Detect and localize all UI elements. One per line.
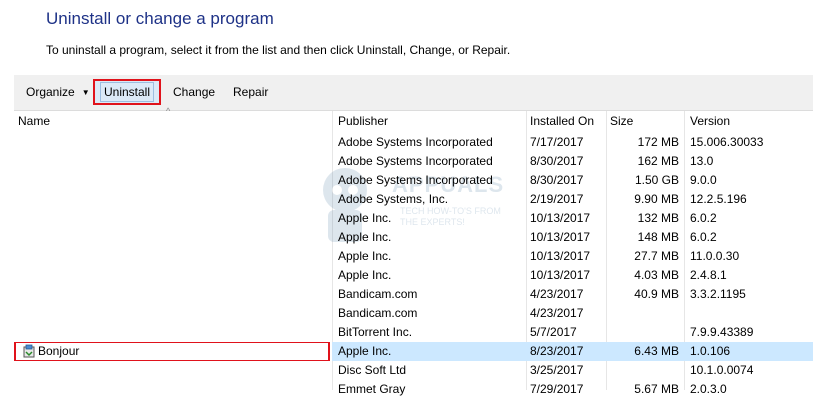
table-row[interactable]: Adobe Systems Incorporated 8/30/2017 162 M… — [14, 152, 813, 171]
publisher-cell: Adobe Systems Incorporated — [338, 173, 493, 187]
program-name-cell[interactable] — [14, 152, 332, 171]
installed-on-cell: 7/17/2017 — [530, 135, 584, 149]
version-cell: 15.006.30033 — [690, 135, 764, 149]
publisher-cell: Apple Inc. — [338, 211, 392, 225]
installed-on-cell: 4/23/2017 — [530, 306, 584, 320]
installed-on-cell: 10/13/2017 — [530, 268, 591, 282]
version-cell: 12.2.5.196 — [690, 192, 747, 206]
installed-on-cell: 10/13/2017 — [530, 230, 591, 244]
table-row[interactable]: Adobe Systems Incorporated 7/17/2017 172 M… — [14, 133, 813, 152]
size-cell: 148 MB — [637, 230, 679, 244]
version-cell: 2.4.8.1 — [690, 268, 727, 282]
version-cell: 3.3.2.1195 — [690, 287, 746, 301]
version-cell: 1.0.106 — [690, 344, 731, 358]
table-row[interactable]: Bandicam.com 4/23/2017 — [14, 304, 813, 323]
table-row[interactable]: Adobe Systems, Inc. 2/19/2017 9.90 MB 12.2.… — [14, 190, 813, 209]
installed-on-cell: 5/7/2017 — [530, 325, 577, 339]
publisher-cell: Apple Inc. — [338, 344, 392, 358]
size-cell: 132 MB — [637, 211, 679, 225]
program-name-cell[interactable] — [14, 361, 332, 380]
program-name-cell[interactable] — [14, 285, 332, 304]
installed-on-cell: 10/13/2017 — [530, 211, 591, 225]
column-header-size[interactable]: Size — [606, 111, 684, 133]
installed-on-cell: 2/19/2017 — [530, 192, 584, 206]
column-header-installed-on[interactable]: Installed On — [526, 111, 606, 133]
table-row[interactable]: Bonjour Apple Inc. 8/23/2017 6.43 MB 1.0.106 — [14, 342, 813, 361]
table-row[interactable]: BitTorrent Inc. 5/7/2017 7.9.9.43389 — [14, 323, 813, 342]
publisher-cell: Bandicam.com — [338, 287, 418, 301]
publisher-cell: Bandicam.com — [338, 306, 418, 320]
repair-button[interactable]: Repair — [233, 84, 268, 100]
table-row[interactable]: Adobe Systems Incorporated 8/30/2017 1.50 … — [14, 171, 813, 190]
size-cell: 27.7 MB — [634, 249, 679, 263]
installer-package-icon — [22, 344, 36, 358]
program-list: Adobe Systems Incorporated 7/17/2017 172 M… — [14, 133, 813, 399]
table-row[interactable]: Apple Inc. 10/13/2017 132 MB 6.0.2 — [14, 209, 813, 228]
size-cell: 162 MB — [637, 154, 679, 168]
version-cell: 13.0 — [690, 154, 714, 168]
change-button[interactable]: Change — [173, 84, 215, 100]
toolbar: Organize ▼ Uninstall Change Repair — [14, 75, 813, 111]
publisher-cell: Apple Inc. — [338, 268, 392, 282]
publisher-cell: Disc Soft Ltd — [338, 363, 407, 377]
program-name-cell[interactable] — [14, 323, 332, 342]
size-cell: 172 MB — [637, 135, 679, 149]
version-cell: 6.0.2 — [690, 211, 717, 225]
page-subtitle: To uninstall a program, select it from t… — [46, 43, 511, 57]
installed-on-cell: 8/30/2017 — [530, 173, 584, 187]
publisher-cell: Adobe Systems Incorporated — [338, 154, 493, 168]
publisher-cell: Adobe Systems, Inc. — [338, 192, 449, 206]
dropdown-arrow-icon: ▼ — [81, 88, 90, 97]
uninstall-button[interactable]: Uninstall — [93, 79, 161, 105]
size-cell: 6.43 MB — [634, 344, 679, 358]
program-name-cell[interactable]: Bonjour — [14, 342, 332, 361]
publisher-cell: Adobe Systems Incorporated — [338, 135, 493, 149]
table-row[interactable]: Bandicam.com 4/23/2017 40.9 MB 3.3.2.1195 — [14, 285, 813, 304]
column-header-version[interactable]: Version — [686, 111, 813, 133]
program-name-cell[interactable] — [14, 190, 332, 209]
uninstall-label: Uninstall — [99, 82, 155, 102]
publisher-cell: Apple Inc. — [338, 249, 392, 263]
column-header-publisher[interactable]: Publisher — [334, 111, 526, 133]
page-title: Uninstall or change a program — [46, 9, 274, 28]
program-name-cell[interactable] — [14, 133, 332, 152]
size-cell: 1.50 GB — [634, 173, 679, 187]
organize-button[interactable]: Organize ▼ — [26, 84, 90, 102]
installed-on-cell: 8/23/2017 — [530, 344, 584, 358]
publisher-cell: Apple Inc. — [338, 230, 392, 244]
version-cell: 11.0.0.30 — [690, 249, 740, 263]
organize-label: Organize — [26, 85, 75, 99]
version-cell: 9.0.0 — [690, 173, 717, 187]
size-cell: 4.03 MB — [634, 268, 679, 282]
version-cell: 6.0.2 — [690, 230, 717, 244]
size-cell: 9.90 MB — [634, 192, 679, 206]
program-name-cell[interactable] — [14, 209, 332, 228]
table-row[interactable]: Apple Inc. 10/13/2017 4.03 MB 2.4.8.1 — [14, 266, 813, 285]
program-name-cell[interactable] — [14, 171, 332, 190]
program-name-cell[interactable] — [14, 228, 332, 247]
table-row[interactable]: Disc Soft Ltd 3/25/2017 10.1.0.0074 — [14, 361, 813, 380]
program-name-cell[interactable] — [14, 247, 332, 266]
version-cell: 10.1.0.0074 — [690, 363, 754, 377]
program-name: Bonjour — [38, 344, 80, 358]
program-name-cell[interactable] — [14, 266, 332, 285]
installed-on-cell: 3/25/2017 — [530, 363, 584, 377]
publisher-cell: BitTorrent Inc. — [338, 325, 413, 339]
version-cell: 7.9.9.43389 — [690, 325, 754, 339]
installed-on-cell: 8/30/2017 — [530, 154, 584, 168]
program-name-cell[interactable] — [14, 304, 332, 323]
size-cell: 40.9 MB — [634, 287, 679, 301]
table-row[interactable]: Apple Inc. 10/13/2017 148 MB 6.0.2 — [14, 228, 813, 247]
table-row[interactable]: Apple Inc. 10/13/2017 27.7 MB 11.0.0.30 — [14, 247, 813, 266]
column-header-name[interactable]: Name — [14, 111, 332, 133]
installed-on-cell: 4/23/2017 — [530, 287, 584, 301]
installed-on-cell: 10/13/2017 — [530, 249, 591, 263]
